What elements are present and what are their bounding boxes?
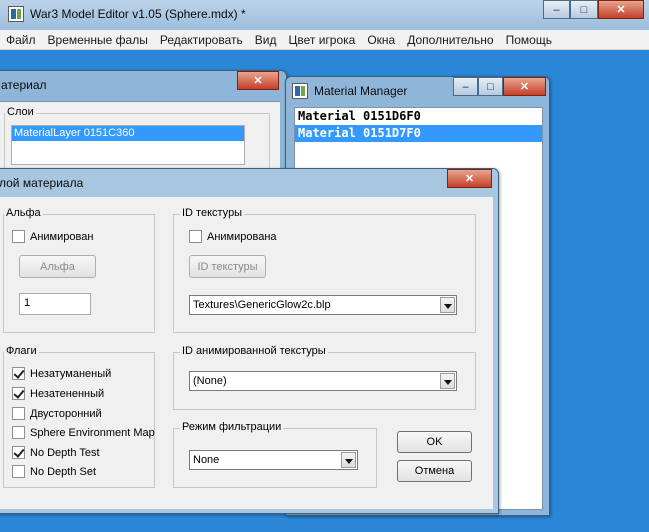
checkbox-unchecked-icon[interactable] <box>12 465 25 478</box>
chevron-down-icon[interactable] <box>440 297 455 313</box>
flag-unfogged-checkbox[interactable]: Незатуманеный <box>12 367 111 380</box>
layer-dialog-client: Альфа Анимирован Альфа 1 ID текстуры Ани… <box>0 197 493 509</box>
texture-id-button[interactable]: ID текстуры <box>189 255 266 278</box>
flags-group-label: Флаги <box>4 345 39 357</box>
mgr-close-button[interactable]: ✕ <box>503 77 546 96</box>
menu-edit[interactable]: Редактировать <box>154 33 249 47</box>
flag-two-sided-checkbox[interactable]: Двусторонний <box>12 407 102 420</box>
alpha-group-label: Альфа <box>4 207 43 219</box>
flag-unshaded-checkbox[interactable]: Незатененный <box>12 387 104 400</box>
menu-help[interactable]: Помощь <box>500 33 558 47</box>
texture-animated-label: Анимирована <box>207 230 277 243</box>
ok-button[interactable]: OK <box>397 431 472 453</box>
maximize-button[interactable]: □ <box>570 0 598 19</box>
layer-dialog-titlebar: лой материала <box>0 169 498 197</box>
menu-windows[interactable]: Окна <box>361 33 401 47</box>
alpha-group: Альфа Анимирован Альфа 1 <box>3 207 155 333</box>
material-manager-title: Material Manager <box>314 84 408 98</box>
chevron-down-icon[interactable] <box>440 373 455 389</box>
main-window-title: War3 Model Editor v1.05 (Sphere.mdx) * <box>30 7 246 21</box>
alpha-value-input[interactable]: 1 <box>19 293 91 315</box>
menu-temp-files[interactable]: Временные фалы <box>42 33 154 47</box>
alpha-button[interactable]: Альфа <box>19 255 96 278</box>
texture-id-group: ID текстуры Анимирована ID текстуры Text… <box>173 207 476 333</box>
menu-view[interactable]: Вид <box>249 33 283 47</box>
app-icon <box>8 6 24 22</box>
flag-no-depth-test-checkbox[interactable]: No Depth Test <box>12 446 100 459</box>
menu-bar: Файл Временные фалы Редактировать Вид Цв… <box>0 30 649 50</box>
flag-label: Незатуманеный <box>30 367 112 380</box>
filter-mode-select-value: None <box>193 454 220 466</box>
material-list-item-selected[interactable]: Material 0151D7F0 <box>295 125 542 142</box>
alpha-animated-checkbox-box[interactable] <box>12 230 25 243</box>
animated-texture-id-group: ID анимированной текстуры (None) <box>173 345 476 410</box>
flags-group: Флаги Незатуманеный Незатененный Двустор… <box>3 345 155 488</box>
animated-texture-select[interactable]: (None) <box>189 371 457 391</box>
flag-sphere-env-map-checkbox[interactable]: Sphere Environment Map <box>12 426 155 439</box>
flag-label: No Depth Test <box>30 446 100 459</box>
checkbox-checked-icon[interactable] <box>12 387 25 400</box>
flag-label: Двусторонний <box>30 407 102 420</box>
layers-list[interactable]: MaterialLayer 0151C360 <box>11 125 245 165</box>
texture-id-group-label: ID текстуры <box>180 207 245 219</box>
flag-label: Незатененный <box>30 387 105 400</box>
material-manager-icon <box>292 83 308 99</box>
checkbox-unchecked-icon[interactable] <box>12 407 25 420</box>
animated-texture-id-label: ID анимированной текстуры <box>180 345 328 357</box>
flag-no-depth-set-checkbox[interactable]: No Depth Set <box>12 465 96 478</box>
material-window-title: атериал <box>1 78 47 92</box>
layer-dialog-close-button[interactable]: ✕ <box>447 169 492 188</box>
layer-list-item[interactable]: MaterialLayer 0151C360 <box>12 126 244 141</box>
material-window: атериал ✕ Слои MaterialLayer 0151C360 <box>0 70 287 183</box>
material-layer-dialog: лой материала ✕ Альфа Анимирован Альфа 1… <box>0 168 499 514</box>
mgr-minimize-button[interactable]: – <box>453 77 478 96</box>
material-window-close-button[interactable]: ✕ <box>237 71 279 90</box>
texture-animated-checkbox-box[interactable] <box>189 230 202 243</box>
checkbox-checked-icon[interactable] <box>12 446 25 459</box>
material-list-item[interactable]: Material 0151D6F0 <box>295 108 542 125</box>
layer-dialog-title: лой материала <box>0 176 84 190</box>
menu-extras[interactable]: Дополнительно <box>401 33 499 47</box>
texture-animated-checkbox[interactable]: Анимирована <box>189 230 277 243</box>
minimize-button[interactable]: – <box>543 0 570 19</box>
layers-label: Слои <box>5 106 36 118</box>
filter-mode-select[interactable]: None <box>189 450 358 470</box>
menu-player-color[interactable]: Цвет игрока <box>282 33 361 47</box>
checkbox-unchecked-icon[interactable] <box>12 426 25 439</box>
flag-label: No Depth Set <box>30 465 97 478</box>
filter-mode-group: Режим фильтрации None <box>173 421 377 488</box>
chevron-down-icon[interactable] <box>341 452 356 468</box>
alpha-animated-label: Анимирован <box>30 230 94 243</box>
close-button[interactable]: ✕ <box>598 0 644 19</box>
checkbox-checked-icon[interactable] <box>12 367 25 380</box>
texture-select[interactable]: Textures\GenericGlow2c.blp <box>189 295 457 315</box>
cancel-button[interactable]: Отмена <box>397 460 472 482</box>
filter-mode-label: Режим фильтрации <box>180 421 284 433</box>
mgr-maximize-button[interactable]: □ <box>478 77 503 96</box>
menu-file[interactable]: Файл <box>0 33 42 47</box>
animated-texture-select-value: (None) <box>193 375 227 387</box>
alpha-animated-checkbox[interactable]: Анимирован <box>12 230 93 243</box>
texture-select-value: Textures\GenericGlow2c.blp <box>193 299 331 311</box>
flag-label: Sphere Environment Map <box>30 426 155 439</box>
